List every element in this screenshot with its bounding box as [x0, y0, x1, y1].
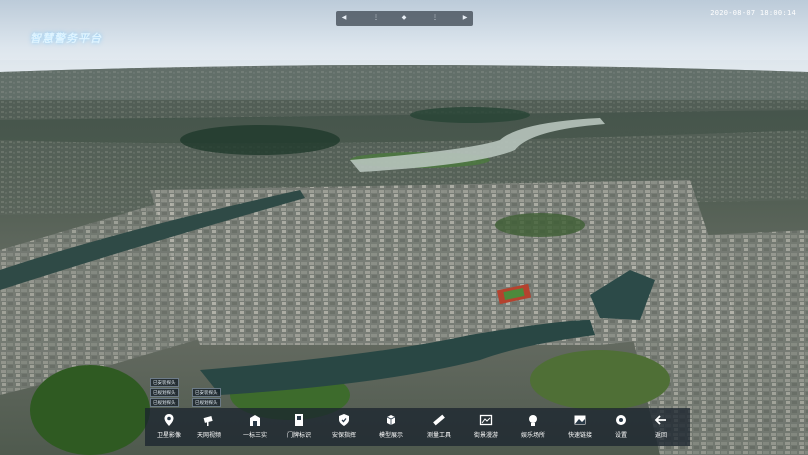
chevron-left-icon[interactable]: ◀: [341, 15, 347, 21]
location-pin-icon: [164, 414, 174, 426]
top-control-bar[interactable]: ◀ ⋮ ◆ ⋮ ▶: [336, 11, 473, 26]
toolbar-label: 一标三实: [242, 433, 267, 439]
legend-item[interactable]: 已安装探头: [150, 378, 179, 387]
datetime-display: 2020-08-07 18:00:14: [710, 9, 796, 17]
toolbar-label: 门牌标识: [286, 433, 311, 439]
measure-tool-button[interactable]: 测量工具: [415, 411, 463, 445]
legend-item[interactable]: 已规划探头: [150, 398, 179, 407]
doorplate-icon: [295, 414, 303, 426]
legend-item[interactable]: 已安装探头: [192, 388, 221, 397]
city-3d-map[interactable]: [0, 0, 808, 455]
chevron-right-icon[interactable]: ▶: [462, 15, 468, 21]
back-button[interactable]: 返回: [637, 411, 685, 445]
gear-icon: [616, 415, 626, 425]
center-marker-icon[interactable]: ◆: [401, 15, 407, 21]
doorplate-button[interactable]: 门牌标识: [275, 411, 323, 445]
legend-item[interactable]: 已规划探头: [192, 398, 221, 407]
toolbar-label: 天网视频: [196, 433, 221, 439]
model-display-button[interactable]: 模型展示: [367, 411, 415, 445]
toolbar-label: 娱乐场所: [520, 433, 545, 439]
toolbar-label: 街景漫游: [473, 433, 498, 439]
app-title: 智慧警务平台: [30, 33, 102, 45]
divider-icon: ⋮: [373, 15, 379, 21]
street-view-button[interactable]: 街景漫游: [462, 411, 510, 445]
building-icon: [250, 415, 260, 426]
entertainment-icon: [529, 415, 537, 426]
toolbar-label: 模型展示: [378, 433, 403, 439]
camera-icon: [203, 416, 213, 426]
legend-item[interactable]: 已规划探头: [150, 388, 179, 397]
one-standard-three-real-button[interactable]: 一标三实: [231, 411, 279, 445]
back-arrow-icon: [654, 415, 666, 425]
toolbar-label: 安保指挥: [331, 433, 356, 439]
divider-icon: ⋮: [432, 15, 438, 21]
shield-icon: [339, 414, 349, 426]
model-icon: [386, 415, 396, 425]
toolbar-label: 返回: [654, 433, 667, 439]
ruler-icon: [433, 414, 445, 426]
image-icon: [574, 415, 586, 425]
bottom-toolbar: 卫星影像 天网视频 一标三实 门牌标识 安保指挥 模型展示 测量工具 街景漫游 …: [145, 408, 690, 446]
skynet-video-button[interactable]: 天网视频: [185, 411, 233, 445]
street-view-icon: [479, 414, 493, 426]
toolbar-label: 测量工具: [426, 433, 451, 439]
security-command-button[interactable]: 安保指挥: [320, 411, 368, 445]
entertainment-venue-button[interactable]: 娱乐场所: [509, 411, 557, 445]
